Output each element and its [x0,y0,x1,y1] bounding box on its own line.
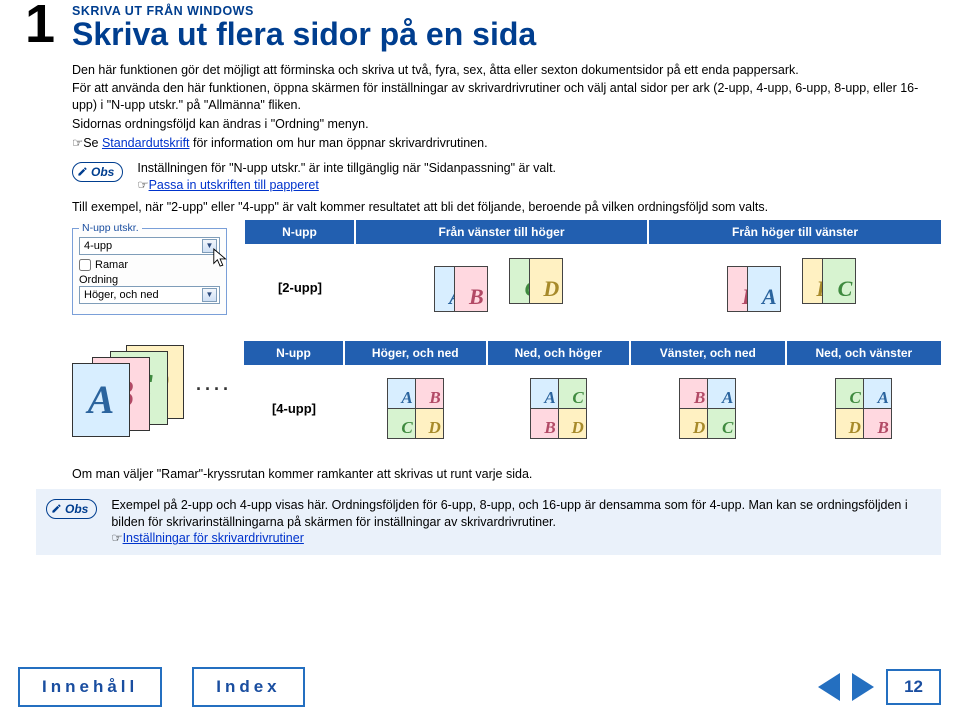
ramar-checkbox[interactable]: Ramar [79,259,220,271]
see-suffix: för information om hur man öppnar skriva… [190,136,488,150]
see-line: ☞Se Standardutskrift för information om … [72,135,941,152]
section-title: Skriva ut flera sidor på en sida [72,18,941,52]
see-standard-link[interactable]: Standardutskrift [102,136,190,150]
cell-4up-4: CA DB [786,365,941,457]
order-label: Ordning [79,274,220,286]
obs1-text: Inställningen för "N-upp utskr." är inte… [137,160,556,177]
intro-p1: Den här funktionen gör det möjligt att f… [72,62,941,79]
pointer-icon: ☞Se [72,136,102,150]
dots-icon: ···· [196,379,232,400]
th-h5: Ned, och vänster [786,341,941,365]
th-rtl: Från höger till vänster [648,220,941,244]
cell-4up-1: AB CD [344,365,487,457]
sheet-d: D [529,258,563,304]
th-nup: N-upp [244,341,344,365]
table-4up: N-upp Höger, och ned Ned, och höger Väns… [244,341,941,457]
pencil-icon [77,166,88,177]
th-nup: N-upp [245,220,355,244]
sheet-c: C [822,258,856,304]
prev-page-button[interactable] [818,673,840,701]
intro-block: Den här funktionen gör det möjligt att f… [72,62,941,152]
chevron-down-icon: ▼ [202,288,217,302]
obs-badge: Obs [46,499,97,519]
sheet-a: A [747,266,781,312]
row-label-4up: [4-upp] [244,365,344,457]
frames-note: Om man väljer "Ramar"-kryssrutan kommer … [72,467,941,481]
pencil-icon [51,503,62,514]
obs-note-1: Obs Inställningen för "N-upp utskr." är … [72,160,941,194]
intro-p2: För att använda den här funktionen, öppn… [72,80,941,114]
dialog-group-label: N-upp utskr. [79,222,142,234]
th-h4: Vänster, och ned [630,341,786,365]
footer-bar: Innehåll Index 12 [18,667,941,707]
cursor-icon [212,247,230,269]
th-h3: Ned, och höger [487,341,630,365]
obs2-link[interactable]: Inställningar för skrivardrivrutiner [123,531,304,545]
obs-badge: Obs [72,162,123,182]
obs1-link[interactable]: Passa in utskriften till papperet [149,178,319,192]
page-number: 12 [886,669,941,705]
pointer-icon: ☞ [111,531,122,545]
cell-4up-3: BA DC [630,365,786,457]
printer-dialog: N-upp utskr. 4-upp ▼ Ramar Ordning Höger… [72,228,227,315]
nup-select[interactable]: 4-upp ▼ [79,237,220,255]
row-label-2up: [2-upp] [245,244,355,335]
example-intro: Till exempel, när "2-upp" eller "4-upp" … [72,200,941,214]
intro-p3: Sidornas ordningsföljd kan ändras i "Ord… [72,116,941,133]
chapter-number: 1 [18,0,62,49]
order-select[interactable]: Höger, och ned ▼ [79,286,220,304]
obs2-text: Exempel på 2-upp och 4-upp visas här. Or… [111,497,931,531]
cell-2up-rtl: B A D C [648,244,941,335]
sheet-b: B [454,266,488,312]
index-button[interactable]: Index [192,667,304,707]
next-page-button[interactable] [852,673,874,701]
table-2up: N-upp Från vänster till höger Från höger… [245,220,941,335]
th-ltr: Från vänster till höger [355,220,648,244]
cell-2up-ltr: A B C D [355,244,648,335]
cell-4up-2: AC BD [487,365,630,457]
th-h2: Höger, och ned [344,341,487,365]
toc-button[interactable]: Innehåll [18,667,162,707]
abcd-stack-illustration: D C B A ···· [72,345,192,437]
obs-note-2: Obs Exempel på 2-upp och 4-upp visas här… [36,489,941,556]
pointer-icon: ☞ [137,178,148,192]
